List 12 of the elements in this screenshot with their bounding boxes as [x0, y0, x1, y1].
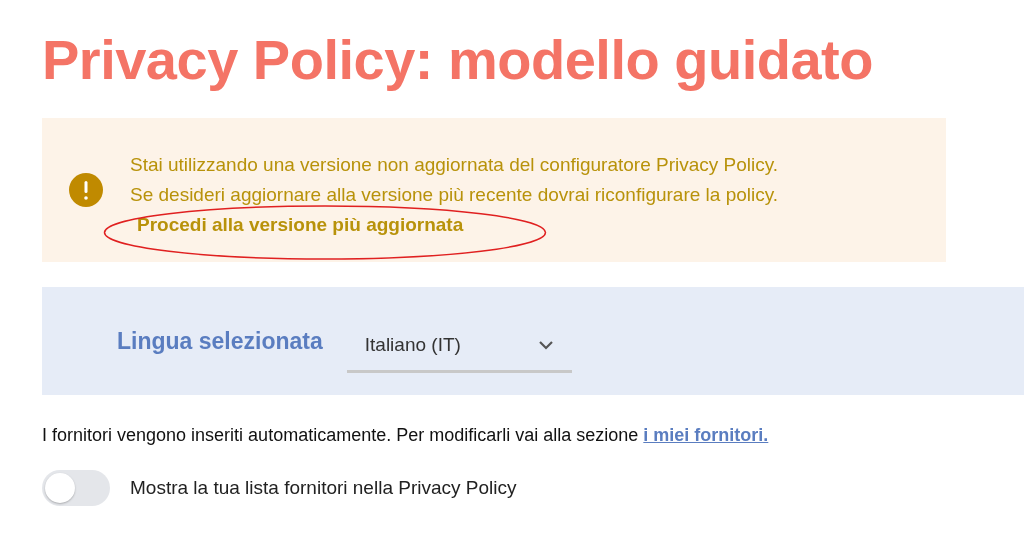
toggle-switch[interactable] [42, 470, 110, 506]
update-link[interactable]: Procedi alla versione più aggiornata [130, 214, 779, 236]
language-select[interactable]: Italiano (IT) [346, 323, 572, 373]
info-text: I fornitori vengono inseriti automaticamente. Per modificarli vai alla sezione i miei fornitori. [42, 425, 770, 446]
warning-icon [69, 173, 103, 207]
page-title: Privacy Policy: modello guidato [42, 27, 874, 93]
warning-text: Se desideri aggiornare alla versione più recente dovrai riconfigurare la policy. [130, 184, 779, 206]
chevron-down-icon [537, 339, 554, 350]
toggle-label: Mostra la tua lista fornitori nella Privacy Policy [130, 477, 517, 499]
warning-text: Stai utilizzando una versione non aggiornata del configuratore Privacy Policy. [130, 154, 779, 176]
language-label: Lingua selezionata [117, 327, 323, 355]
suppliers-link[interactable]: i miei fornitori. [643, 425, 769, 445]
